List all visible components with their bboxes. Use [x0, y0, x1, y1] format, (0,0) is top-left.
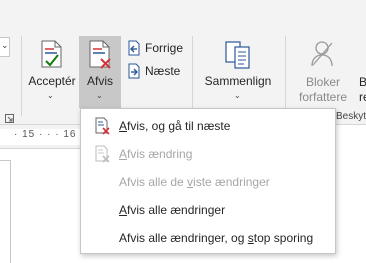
menu-item-reject-and-move-next[interactable]: Afvis, og gå til næste — [82, 113, 334, 139]
menu-item-reject-all-stop-tracking[interactable]: Afvis alle ændringer, og stop sporing — [82, 225, 334, 251]
menu-item-label: Afvis, og gå til næste — [119, 119, 231, 133]
left-dropdown[interactable]: ⌄ — [0, 37, 10, 57]
next-change-icon — [128, 63, 140, 79]
chevron-down-icon: ⌄ — [96, 91, 103, 100]
page-edge — [0, 160, 10, 161]
previous-change-icon — [128, 40, 140, 56]
reject-change-icon — [95, 145, 110, 163]
menu-item-label: Afvis ændring — [119, 147, 193, 161]
cut-off-button-label[interactable]: B — [359, 75, 366, 89]
reject-button[interactable]: Afvis ⌄ — [79, 36, 121, 108]
reject-change-icon — [89, 40, 111, 69]
reject-dropdown-menu: Afvis, og gå til næste Afvis ændring Afv… — [80, 108, 336, 254]
block-authors-label-line1: Bloker — [305, 75, 340, 89]
group-separator — [192, 36, 193, 116]
group-separator — [21, 36, 22, 116]
compare-documents-icon — [225, 41, 250, 69]
block-authors-label-line2: forfattere — [298, 90, 348, 104]
cut-off-button-label-2: re — [359, 90, 366, 104]
menu-item-reject-all[interactable]: Afvis alle ændringer — [82, 197, 334, 223]
menu-item-reject-all-shown[interactable]: Afvis alle de viste ændringer — [82, 169, 334, 195]
chevron-down-icon: ⌄ — [1, 40, 9, 50]
menu-item-label: Afvis alle ændringer, og stop sporing — [119, 231, 314, 245]
accept-change-icon — [41, 40, 62, 68]
block-authors-button[interactable]: Bloker forfattere — [290, 36, 356, 108]
page-edge — [10, 160, 11, 263]
group-separator — [285, 36, 286, 116]
accept-label: Acceptér — [28, 74, 76, 88]
menu-item-label: Afvis alle de viste ændringer — [119, 175, 270, 189]
compare-button[interactable]: Sammenlign ⌄ — [200, 36, 276, 108]
chevron-down-icon: ⌄ — [234, 91, 241, 100]
block-authors-icon — [311, 41, 333, 67]
previous-label: Forrige — [145, 41, 184, 55]
menu-item-reject-change[interactable]: Afvis ændring — [82, 141, 334, 167]
group-label-protect: Beskyt — [336, 111, 366, 122]
reject-label: Afvis — [86, 74, 113, 88]
next-change-button[interactable]: Næste — [125, 62, 185, 80]
reject-and-next-icon — [95, 117, 110, 135]
dialog-launcher-icon[interactable] — [5, 114, 14, 123]
previous-change-button[interactable]: Forrige — [125, 39, 185, 57]
accept-button[interactable]: Acceptér ⌄ — [28, 36, 76, 108]
menu-item-label: Afvis alle ændringer — [119, 203, 226, 217]
compare-label: Sammenlign — [204, 74, 272, 88]
next-label: Næste — [145, 64, 181, 78]
chevron-down-icon: ⌄ — [47, 91, 54, 100]
